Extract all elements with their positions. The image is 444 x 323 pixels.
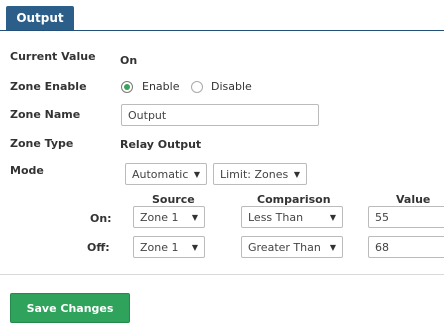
disable-option-label: Disable <box>211 80 252 93</box>
section-divider <box>0 274 444 275</box>
mode-select-value: Automatic <box>132 167 189 181</box>
off-comparison-value: Greater Than <box>248 240 321 254</box>
chevron-down-icon: ▼ <box>293 170 300 179</box>
on-source-value: Zone 1 <box>140 210 179 224</box>
enable-radio[interactable] <box>121 81 133 93</box>
on-comparison-value: Less Than <box>248 210 304 224</box>
on-source-select[interactable]: Zone 1 ▼ <box>133 206 205 228</box>
limit-select-value: Limit: Zones <box>220 167 289 181</box>
zone-name-input[interactable]: Output <box>121 104 319 126</box>
zone-enable-label: Zone Enable <box>10 80 87 93</box>
mode-label: Mode <box>10 164 44 177</box>
chevron-down-icon: ▼ <box>329 213 336 222</box>
tab-output[interactable]: Output <box>6 6 74 30</box>
chevron-down-icon: ▼ <box>329 243 336 252</box>
chevron-down-icon: ▼ <box>191 243 198 252</box>
comparison-header: Comparison <box>257 193 331 206</box>
source-header: Source <box>152 193 195 206</box>
zone-type-label: Zone Type <box>10 137 74 150</box>
off-source-select[interactable]: Zone 1 ▼ <box>133 236 205 258</box>
enable-option-label: Enable <box>142 80 180 93</box>
limit-select[interactable]: Limit: Zones ▼ <box>213 163 307 185</box>
tab-underline <box>0 30 444 31</box>
chevron-down-icon: ▼ <box>193 170 200 179</box>
on-value-input[interactable]: 55 <box>368 206 444 228</box>
on-comparison-select[interactable]: Less Than ▼ <box>241 206 343 228</box>
off-row-label: Off: <box>87 241 110 254</box>
off-source-value: Zone 1 <box>140 240 179 254</box>
off-value-input[interactable]: 68 <box>368 236 444 258</box>
save-changes-button[interactable]: Save Changes <box>10 293 130 323</box>
mode-select[interactable]: Automatic ▼ <box>125 163 207 185</box>
current-value: On <box>120 54 138 67</box>
chevron-down-icon: ▼ <box>191 213 198 222</box>
zone-type-value: Relay Output <box>120 138 202 151</box>
value-header: Value <box>396 193 431 206</box>
tab-bar: Output <box>0 0 444 31</box>
zone-name-label: Zone Name <box>10 108 81 121</box>
off-comparison-select[interactable]: Greater Than ▼ <box>241 236 343 258</box>
on-row-label: On: <box>90 212 112 225</box>
current-value-label: Current Value <box>10 50 96 63</box>
disable-radio[interactable] <box>191 81 203 93</box>
